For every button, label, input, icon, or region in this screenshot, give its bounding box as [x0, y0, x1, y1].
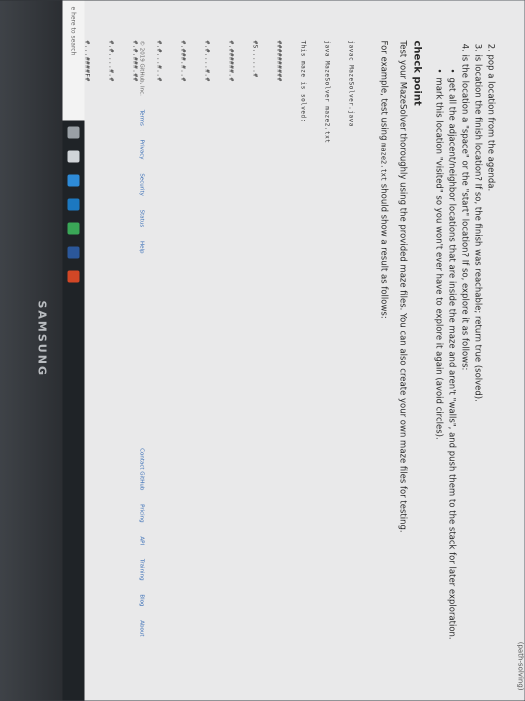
footer-right-links: Contact GitHub Pricing API Training Blog… — [139, 448, 145, 648]
maze-file-code: maze2.txt — [379, 143, 388, 182]
maze-row: #.#....#.# — [107, 40, 115, 82]
substep-item: get all the adjacent/neighbor locations … — [445, 69, 458, 661]
para2-post: should show a result as follows: — [378, 181, 389, 319]
checkpoint-heading: check point — [411, 40, 423, 106]
checkpoint-para1: Test your MazeSolver thoroughly using th… — [397, 40, 408, 533]
explorer-icon[interactable] — [67, 150, 80, 163]
footer-link-training[interactable]: Training — [139, 559, 145, 581]
task-view-icon[interactable] — [67, 126, 80, 139]
code-line: java MazeSolver maze2.txt — [323, 40, 331, 144]
footer-link-help[interactable]: Help — [139, 241, 145, 254]
edge-icon[interactable] — [67, 174, 80, 187]
monitor-bezel: SAMSUNG — [0, 0, 63, 701]
step-item: is the location a "space" or the "start"… — [432, 55, 471, 661]
footer-link-privacy[interactable]: Privacy — [139, 140, 145, 160]
maze-row: ########## — [275, 40, 283, 82]
footer-link-blog[interactable]: Blog — [139, 594, 145, 606]
footer-link-security[interactable]: Security — [139, 173, 145, 196]
step-item: pop a location from the agenda. — [484, 55, 497, 661]
windows-taskbar: e here to search — [62, 0, 85, 701]
monitor-screen: (path-solving) pop a location from the a… — [0, 0, 525, 701]
footer-link-terms[interactable]: Terms — [139, 110, 145, 126]
taskbar-search-input[interactable]: e here to search — [62, 0, 85, 121]
copyright: © 2019 GitHub, Inc. — [138, 40, 145, 96]
top-cut-text: (path-solving) — [516, 641, 525, 691]
word-icon[interactable] — [67, 246, 80, 259]
code-line: javac MazeSolver.java — [347, 40, 355, 127]
maze-row: #.######.# — [227, 40, 235, 82]
powerpoint-icon[interactable] — [67, 270, 80, 283]
footer-link-api[interactable]: API — [139, 536, 145, 545]
footer-link-contact[interactable]: Contact GitHub — [139, 448, 145, 490]
maze-row: #.#.###.## — [131, 40, 139, 82]
maze-row: #.###.#..# — [179, 40, 187, 82]
readme-content: pop a location from the agenda. is locat… — [43, 41, 497, 661]
steps-list: pop a location from the agenda. is locat… — [432, 41, 497, 661]
footer-link-status[interactable]: Status — [139, 210, 145, 228]
step-text: is the location a "space" or the "start"… — [459, 54, 470, 371]
para2-pre: For example, test using — [378, 40, 389, 144]
checkpoint-para2: For example, test using maze2.txt should… — [377, 41, 390, 661]
code-line: This maze is solved: — [299, 40, 307, 123]
maze-row: #.#...#..# — [155, 40, 163, 82]
browser-page: (path-solving) pop a location from the a… — [60, 0, 525, 701]
step-item: is location the finish location? If so, … — [471, 55, 484, 661]
footer-link-about[interactable]: About — [139, 620, 145, 636]
substeps-list: get all the adjacent/neighbor locations … — [432, 55, 458, 661]
footer-link-pricing[interactable]: Pricing — [139, 504, 145, 523]
substep-item: mark this location "visited" so you won'… — [432, 69, 445, 661]
maze-row: #.#....#.# — [203, 40, 211, 82]
store-icon[interactable] — [67, 198, 80, 211]
github-footer: © 2019 GitHub, Inc. Terms Privacy Securi… — [139, 41, 145, 661]
chrome-icon[interactable] — [67, 222, 80, 235]
code-block: javac MazeSolver.java java MazeSolver ma… — [43, 41, 371, 661]
brand-logo: SAMSUNG — [35, 300, 49, 377]
maze-row: #S......# — [251, 40, 259, 78]
